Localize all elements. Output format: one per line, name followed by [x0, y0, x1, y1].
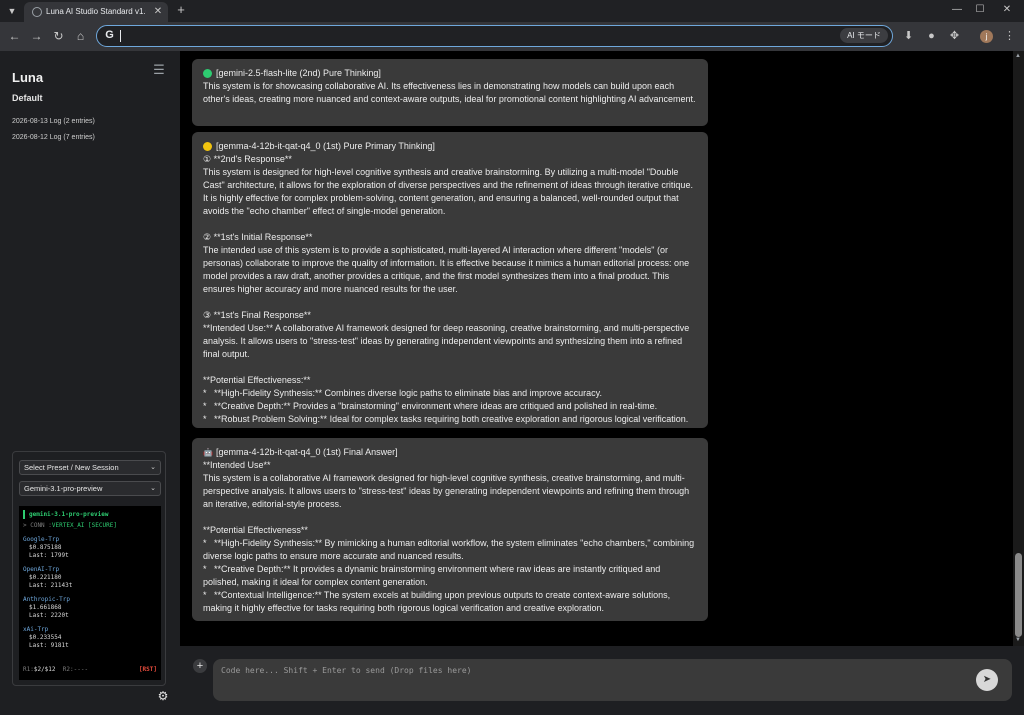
home-icon[interactable]: ⌂ — [73, 29, 88, 44]
r1-value: $2/$12 — [33, 666, 56, 673]
cost-terminal: gemini-3.1-pro-preview > CONN :VERTEX_AI… — [19, 506, 161, 680]
tab-close-icon[interactable]: ✕ — [152, 6, 164, 18]
forward-arrow-icon[interactable]: → — [29, 29, 44, 44]
message-paragraph: ① **2nd's Response** This system is desi… — [203, 154, 693, 216]
scroll-thumb[interactable] — [1015, 553, 1022, 637]
tab-title: Luna AI Studio Standard v1.0en — [46, 7, 146, 16]
message-paragraph: ③ **1st's Final Response** **Intended Us… — [203, 310, 690, 359]
profile-avatar[interactable]: j — [980, 30, 993, 43]
provider-price: $1.661868 — [29, 604, 62, 611]
text-cursor — [120, 30, 121, 42]
app-title: Luna — [12, 70, 44, 85]
tab-search-chevron-icon[interactable]: ▼ — [6, 5, 18, 17]
google-logo-icon: G — [105, 29, 114, 41]
provider-name: OpenAI-Trp — [23, 566, 60, 573]
download-icon[interactable]: ⬇ — [902, 30, 915, 43]
new-tab-button[interactable]: + — [174, 3, 188, 17]
chevron-down-icon: ⌄ — [150, 464, 156, 471]
app-root: Luna ☰ Default 2026-08-13 Log (2 entries… — [0, 51, 1024, 715]
plus-icon[interactable]: + — [193, 659, 207, 673]
message-paragraph: **Potential Effectiveness:** * **High-Fi… — [203, 375, 689, 424]
browser-tab[interactable]: Luna AI Studio Standard v1.0en ✕ — [24, 2, 168, 22]
preset-select[interactable]: Select Preset / New Session ⌄ — [19, 460, 161, 475]
message-paragraph: ② **1st's Initial Response** The intende… — [203, 232, 690, 294]
browser-toolbar: ← → ↻ ⌂ G AI モード ⬇ ● ✥ j ⋮ — [0, 22, 1024, 51]
r2-label: R2: — [62, 666, 74, 673]
gear-icon[interactable]: ⚙ — [157, 690, 169, 702]
preset-name: Default — [12, 93, 43, 103]
back-arrow-icon[interactable]: ← — [7, 29, 22, 44]
window-close-button[interactable]: ✕ — [1000, 3, 1014, 17]
terminal-model: gemini-3.1-pro-preview — [23, 510, 157, 519]
minimize-button[interactable]: — — [950, 3, 964, 17]
message-bubble: [gemini-2.5-flash-lite (2nd) Pure Thinki… — [192, 59, 708, 126]
provider-name: xAi-Trp — [23, 626, 49, 633]
green-dot-icon — [203, 69, 212, 78]
message-header: [gemma-4-12b-it-qat-q4_0 (1st) Pure Prim… — [203, 140, 697, 153]
scroll-up-icon[interactable]: ▲ — [1015, 53, 1021, 59]
reload-icon[interactable]: ↻ — [51, 29, 66, 44]
tab-favicon-icon — [32, 7, 42, 17]
send-icon[interactable]: ➤ — [976, 669, 998, 691]
message-input[interactable] — [221, 666, 961, 694]
provider-last: Last: 1799t — [29, 552, 69, 559]
log-item[interactable]: 2026-08-12 Log (7 entries) — [12, 134, 162, 141]
r2-value: ---- — [73, 666, 89, 673]
control-panel: Select Preset / New Session ⌄ Gemini-3.1… — [12, 451, 166, 686]
hamburger-icon[interactable]: ☰ — [152, 63, 166, 77]
provider-last: Last: 2220t — [29, 612, 69, 619]
composer: ➤ — [213, 659, 1012, 701]
message-paragraph: This system is for showcasing collaborat… — [203, 81, 696, 104]
provider-price: $0.233554 — [29, 634, 62, 641]
chevron-down-icon: ⌄ — [150, 485, 156, 492]
sidebar: Luna ☰ Default 2026-08-13 Log (2 entries… — [0, 51, 180, 715]
message-title: [gemma-4-12b-it-qat-q4_0 (1st) Pure Prim… — [216, 141, 435, 151]
extension-record-icon[interactable]: ● — [925, 30, 938, 43]
scroll-down-icon[interactable]: ▼ — [1015, 637, 1021, 643]
message-title: [gemini-2.5-flash-lite (2nd) Pure Thinki… — [216, 68, 381, 78]
message-bubble: [gemma-4-12b-it-qat-q4_0 (1st) Pure Prim… — [192, 132, 708, 428]
model-select[interactable]: Gemini-3.1-pro-preview ⌄ — [19, 481, 161, 496]
puzzle-icon[interactable]: ✥ — [948, 30, 961, 43]
message-paragraph: **Intended Use** This system is a collab… — [203, 460, 690, 509]
ai-mode-button[interactable]: AI モード — [840, 28, 888, 43]
message-title: [gemma-4-12b-it-qat-q4_0 (1st) Final Ans… — [216, 447, 398, 457]
provider-name: Anthropic-Trp — [23, 596, 70, 603]
chat-scrollbar[interactable]: ▲ ▼ — [1013, 51, 1024, 646]
yellow-dot-icon — [203, 142, 212, 151]
terminal-connection: > CONN :VERTEX_AI [SECURE] — [23, 521, 157, 530]
robot-icon: 🤖 — [203, 448, 213, 457]
preset-select-value: Select Preset / New Session — [24, 463, 119, 472]
conn-value: VERTEX_AI [SECURE] — [51, 522, 117, 529]
kebab-menu-icon[interactable]: ⋮ — [1003, 30, 1016, 43]
reset-button[interactable]: [RST] — [139, 666, 157, 674]
provider-price: $0.875188 — [29, 544, 62, 551]
input-area: + ➤ — [180, 646, 1024, 715]
log-item[interactable]: 2026-08-13 Log (2 entries) — [12, 118, 162, 125]
provider-last: Last: 9181t — [29, 642, 69, 649]
message-header: [gemini-2.5-flash-lite (2nd) Pure Thinki… — [203, 67, 697, 80]
browser-tabstrip: ▼ Luna AI Studio Standard v1.0en ✕ + — ☐… — [0, 0, 1024, 22]
maximize-button[interactable]: ☐ — [973, 3, 987, 17]
r1-label: R1: — [23, 666, 34, 673]
message-header: 🤖 [gemma-4-12b-it-qat-q4_0 (1st) Final A… — [203, 446, 697, 459]
model-select-value: Gemini-3.1-pro-preview — [24, 484, 103, 493]
message-paragraph: **Potential Effectiveness** * **High-Fid… — [203, 525, 695, 613]
address-bar[interactable]: G AI モード — [96, 25, 893, 47]
provider-name: Google-Trp — [23, 536, 60, 543]
provider-price: $0.221180 — [29, 574, 62, 581]
provider-last: Last: 21143t — [29, 582, 73, 589]
conn-prefix: > CONN : — [23, 522, 52, 529]
message-bubble: 🤖 [gemma-4-12b-it-qat-q4_0 (1st) Final A… — [192, 438, 708, 621]
chat-log: [gemini-2.5-flash-lite (2nd) Pure Thinki… — [180, 51, 1012, 646]
terminal-footer: R1:$2/$12 R2:---- [RST] — [23, 666, 157, 674]
